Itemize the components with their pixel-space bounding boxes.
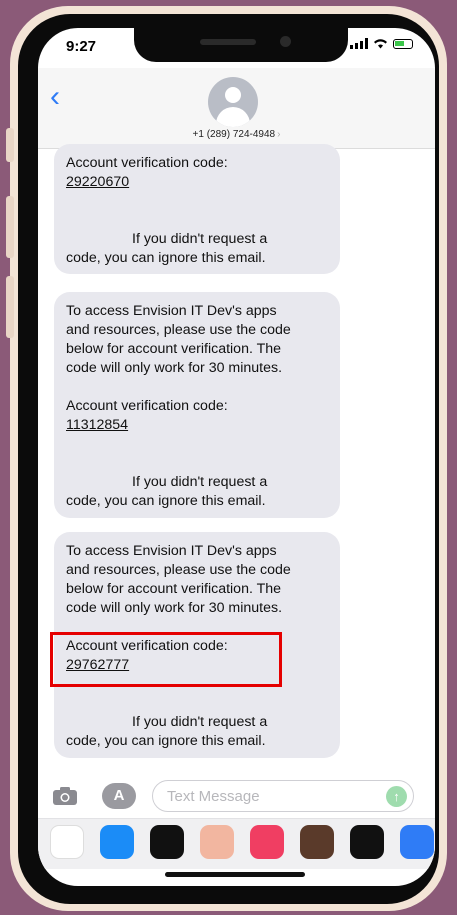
- photos-icon[interactable]: [50, 825, 84, 859]
- wifi-icon: [374, 39, 387, 49]
- message-text: below for account verification. The: [66, 581, 282, 597]
- home-indicator[interactable]: [165, 872, 305, 877]
- message-text: [66, 192, 340, 211]
- message-text: code, you can ignore this email.: [66, 493, 266, 509]
- message-text: code, you can ignore this email.: [66, 250, 266, 266]
- message-text: If you didn't request a: [132, 714, 268, 730]
- input-bar: A Text Message ↑: [38, 774, 435, 824]
- status-time: 9:27: [66, 38, 97, 55]
- message-text: [66, 211, 340, 230]
- back-chevron-icon[interactable]: ‹: [50, 82, 60, 112]
- phone-screen: 9:27 ‹ +1 (289) 724-4948 › Account verifi…: [38, 28, 435, 886]
- message-list: Account verification code: 29220670 If yo…: [38, 144, 435, 790]
- memoji-icon[interactable]: [200, 825, 234, 859]
- phone-side-button: [6, 276, 14, 338]
- phone-side-button: [6, 196, 14, 258]
- message-text: To access Envision IT Dev's apps: [66, 543, 277, 559]
- more-icon[interactable]: [400, 825, 434, 859]
- message-bubble: Account verification code: 29220670 If yo…: [54, 144, 340, 274]
- conversation-header: ‹ +1 (289) 724-4948 ›: [38, 68, 435, 149]
- message-text: and resources, please use the code: [66, 322, 291, 338]
- message-text: code will only work for 30 minutes.: [66, 600, 283, 616]
- message-text: Account verification code:: [66, 398, 228, 414]
- contact-number[interactable]: +1 (289) 724-4948 ›: [38, 129, 435, 140]
- message-text: code, you can ignore this email.: [66, 733, 266, 749]
- message-bubble: To access Envision IT Dev's apps and reso…: [54, 292, 340, 518]
- camera-icon[interactable]: [52, 786, 78, 806]
- message-text: Account verification code:: [66, 155, 228, 171]
- message-text: below for account verification. The: [66, 341, 282, 357]
- avatar-head: [225, 87, 241, 103]
- message-text: [66, 378, 340, 397]
- message-text: code will only work for 30 minutes.: [66, 360, 283, 376]
- speaker: [200, 39, 256, 45]
- search-images-icon[interactable]: [250, 825, 284, 859]
- phone-side-button: [6, 128, 14, 162]
- status-icons: [350, 38, 413, 49]
- digital-touch-icon[interactable]: [350, 825, 384, 859]
- app-store-icon[interactable]: A: [102, 783, 136, 809]
- message-input-placeholder: Text Message: [167, 788, 260, 805]
- contact-number-text: +1 (289) 724-4948: [192, 129, 276, 140]
- contact-avatar[interactable]: [208, 77, 258, 127]
- message-text: and resources, please use the code: [66, 562, 291, 578]
- message-text: [66, 694, 340, 713]
- fitness-icon[interactable]: [150, 825, 184, 859]
- signal-icon: [350, 38, 368, 49]
- message-text: If you didn't request a: [132, 231, 268, 247]
- message-input[interactable]: Text Message ↑: [152, 780, 414, 812]
- message-text: If you didn't request a: [132, 474, 268, 490]
- front-camera: [280, 36, 291, 47]
- send-button[interactable]: ↑: [386, 786, 407, 807]
- imessage-app-drawer: [38, 818, 435, 869]
- verification-code[interactable]: 11312854: [66, 416, 340, 435]
- memoji-2-icon[interactable]: [300, 825, 334, 859]
- message-text: [66, 454, 340, 473]
- chevron-right-icon: ›: [277, 129, 281, 140]
- notch: [134, 28, 348, 62]
- message-text: To access Envision IT Dev's apps: [66, 303, 277, 319]
- avatar-shoulders: [216, 107, 250, 127]
- message-text: [66, 435, 340, 454]
- highlight-box: [50, 632, 282, 687]
- verification-code[interactable]: 29220670: [66, 173, 340, 192]
- battery-icon: [393, 38, 413, 49]
- app-store-icon[interactable]: [100, 825, 134, 859]
